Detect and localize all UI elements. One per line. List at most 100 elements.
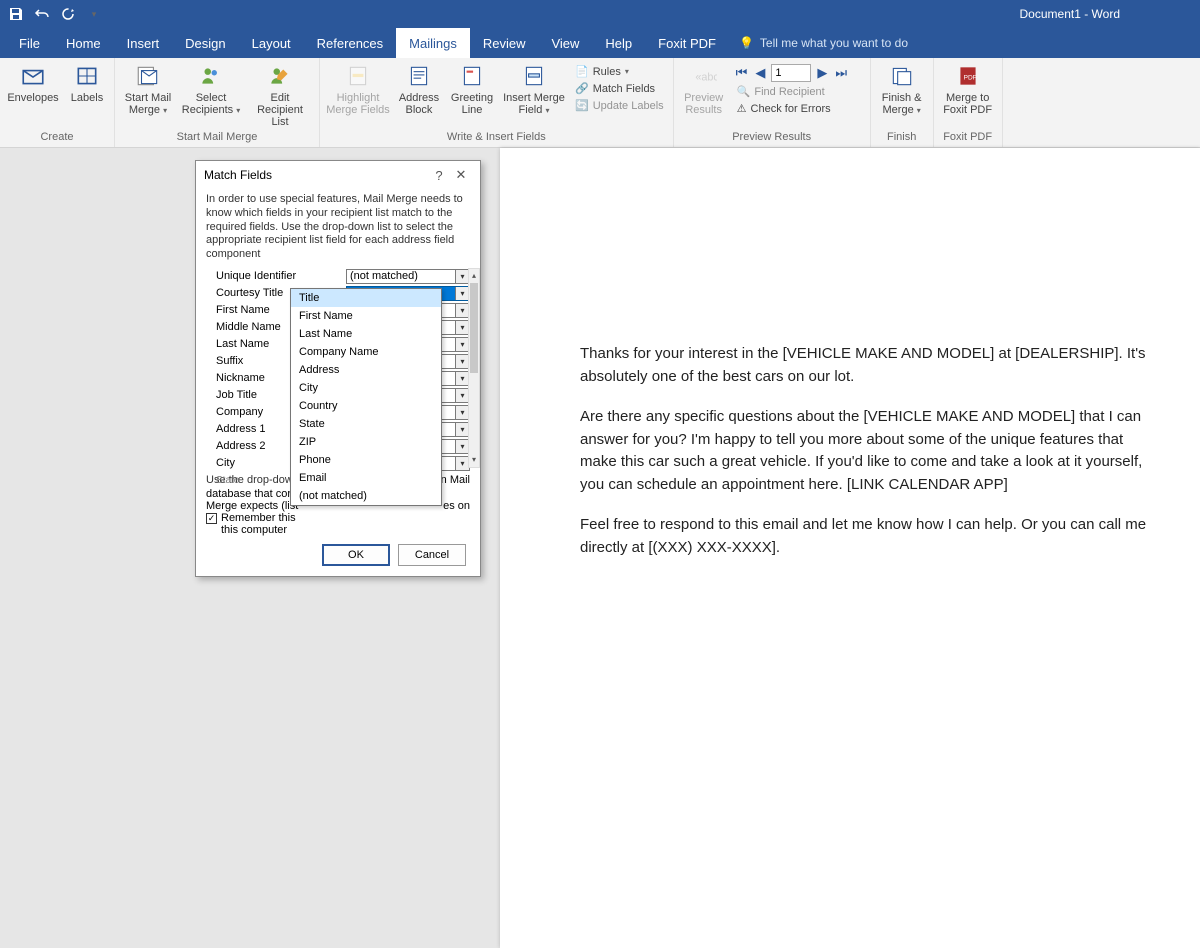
start-mail-merge-button[interactable]: Start MailMerge ▾ xyxy=(121,62,175,117)
tab-file[interactable]: File xyxy=(6,28,53,58)
dropdown-item[interactable]: State xyxy=(291,415,441,433)
preview-icon: «abc» xyxy=(690,62,718,90)
tab-layout[interactable]: Layout xyxy=(239,28,304,58)
scroll-thumb[interactable] xyxy=(470,283,478,373)
chevron-down-icon[interactable]: ▾ xyxy=(455,304,469,317)
dropdown-item[interactable]: ZIP xyxy=(291,433,441,451)
tab-insert[interactable]: Insert xyxy=(114,28,173,58)
chevron-down-icon[interactable]: ▾ xyxy=(455,338,469,351)
dropdown-item[interactable]: City xyxy=(291,379,441,397)
highlight-merge-fields-button: HighlightMerge Fields xyxy=(326,62,390,116)
chevron-down-icon[interactable]: ▾ xyxy=(455,270,469,283)
dropdown-item[interactable]: First Name xyxy=(291,307,441,325)
merge-foxit-button[interactable]: PDF Merge toFoxit PDF xyxy=(940,62,996,116)
edit-recipient-list-label: EditRecipient List xyxy=(247,92,313,128)
redo-icon[interactable] xyxy=(60,6,76,22)
save-icon[interactable] xyxy=(8,6,24,22)
match-fields-button[interactable]: 🔗Match Fields xyxy=(572,81,667,96)
svg-text:PDF: PDF xyxy=(963,74,976,81)
dropdown-item[interactable]: (not matched) xyxy=(291,487,441,505)
cancel-button[interactable]: Cancel xyxy=(398,544,466,566)
highlight-icon xyxy=(344,62,372,90)
rules-icon: 📄 xyxy=(575,65,589,78)
check-errors-button[interactable]: ⚠Check for Errors xyxy=(734,101,864,116)
group-foxit-label: Foxit PDF xyxy=(934,129,1002,147)
edit-list-icon xyxy=(266,62,294,90)
scroll-down-icon[interactable]: ▾ xyxy=(469,453,479,467)
group-startmm-label: Start Mail Merge xyxy=(115,129,319,147)
remember-label-b: this computer xyxy=(221,524,296,536)
finish-merge-button[interactable]: Finish &Merge ▾ xyxy=(877,62,927,117)
group-finish-label: Finish xyxy=(871,129,933,147)
chevron-down-icon[interactable]: ▾ xyxy=(455,457,469,470)
chevron-down-icon[interactable]: ▾ xyxy=(455,355,469,368)
field-combo-unique-identifier[interactable]: (not matched)▾ xyxy=(346,269,470,284)
chevron-down-icon[interactable]: ▾ xyxy=(455,440,469,453)
doc-paragraph-3: Feel free to respond to this email and l… xyxy=(580,514,1150,559)
greeting-line-button[interactable]: GreetingLine xyxy=(448,62,496,116)
select-recipients-button[interactable]: SelectRecipients ▾ xyxy=(181,62,241,117)
dropdown-item[interactable]: Last Name xyxy=(291,325,441,343)
checkbox-icon[interactable]: ✓ xyxy=(206,513,217,524)
dialog-help-button[interactable]: ? xyxy=(428,168,450,183)
tab-references[interactable]: References xyxy=(304,28,396,58)
dropdown-item[interactable]: Email xyxy=(291,469,441,487)
dropdown-item[interactable]: Phone xyxy=(291,451,441,469)
update-icon: 🔄 xyxy=(575,99,589,112)
rules-button[interactable]: 📄Rules ▾ xyxy=(572,64,667,79)
courtesy-title-dropdown[interactable]: Title First Name Last Name Company Name … xyxy=(290,288,442,506)
ok-button[interactable]: OK xyxy=(322,544,390,566)
doc-paragraph-2: Are there any specific questions about t… xyxy=(580,406,1150,496)
tab-foxit-pdf[interactable]: Foxit PDF xyxy=(645,28,729,58)
scroll-up-icon[interactable]: ▴ xyxy=(469,269,479,283)
tell-me-search[interactable]: 💡 Tell me what you want to do xyxy=(729,28,918,58)
prev-record-icon[interactable]: ◀ xyxy=(753,65,767,81)
envelopes-button[interactable]: Envelopes xyxy=(6,62,60,104)
chevron-down-icon[interactable]: ▾ xyxy=(455,372,469,385)
greeting-label: GreetingLine xyxy=(451,92,493,116)
dialog-hint-r2: es on xyxy=(441,500,470,512)
tab-home[interactable]: Home xyxy=(53,28,114,58)
chevron-down-icon[interactable]: ▾ xyxy=(455,406,469,419)
labels-button[interactable]: Labels xyxy=(66,62,108,104)
dialog-close-button[interactable]: ✕ xyxy=(450,167,472,183)
check-icon: ⚠ xyxy=(737,102,747,115)
insert-field-icon xyxy=(520,62,548,90)
qat-customize-icon[interactable]: ▾ xyxy=(86,6,102,22)
scrollbar[interactable]: ▴ ▾ xyxy=(468,268,480,468)
group-create-label: Create xyxy=(0,129,114,147)
dropdown-item[interactable]: Address xyxy=(291,361,441,379)
doc-paragraph-1: Thanks for your interest in the [VEHICLE… xyxy=(580,343,1150,388)
undo-icon[interactable] xyxy=(34,6,50,22)
dialog-description: In order to use special features, Mail M… xyxy=(206,193,470,262)
first-record-icon[interactable]: ⏮ xyxy=(734,65,750,81)
document-page[interactable]: Thanks for your interest in the [VEHICLE… xyxy=(500,148,1200,948)
dropdown-item[interactable]: Company Name xyxy=(291,343,441,361)
tab-mailings[interactable]: Mailings xyxy=(396,28,470,58)
document-area: Thanks for your interest in the [VEHICLE… xyxy=(0,148,1200,590)
envelope-icon xyxy=(19,62,47,90)
insert-field-label: Insert MergeField ▾ xyxy=(503,92,565,117)
dialog-titlebar[interactable]: Match Fields ? ✕ xyxy=(196,161,480,189)
tab-view[interactable]: View xyxy=(538,28,592,58)
chevron-down-icon[interactable]: ▾ xyxy=(455,423,469,436)
dropdown-item[interactable]: Country xyxy=(291,397,441,415)
group-write-insert-fields: HighlightMerge Fields AddressBlock Greet… xyxy=(320,58,674,147)
chevron-down-icon[interactable]: ▾ xyxy=(455,287,469,300)
edit-recipient-list-button[interactable]: EditRecipient List xyxy=(247,62,313,128)
group-create: Envelopes Labels Create xyxy=(0,58,115,147)
remember-checkbox-row[interactable]: ✓ Remember this this computer xyxy=(206,512,470,536)
last-record-icon[interactable]: ⏭ xyxy=(833,65,849,81)
chevron-down-icon[interactable]: ▾ xyxy=(455,389,469,402)
address-block-button[interactable]: AddressBlock xyxy=(396,62,442,116)
chevron-down-icon[interactable]: ▾ xyxy=(455,321,469,334)
tab-help[interactable]: Help xyxy=(592,28,645,58)
next-record-icon[interactable]: ▶ xyxy=(815,65,829,81)
dropdown-item[interactable]: Title xyxy=(291,289,441,307)
find-recipient-button: 🔍Find Recipient xyxy=(734,84,864,99)
insert-merge-field-button[interactable]: Insert MergeField ▾ xyxy=(502,62,566,117)
tab-design[interactable]: Design xyxy=(172,28,238,58)
record-number-input[interactable] xyxy=(771,64,811,82)
tab-review[interactable]: Review xyxy=(470,28,539,58)
dialog-title: Match Fields xyxy=(204,168,272,182)
